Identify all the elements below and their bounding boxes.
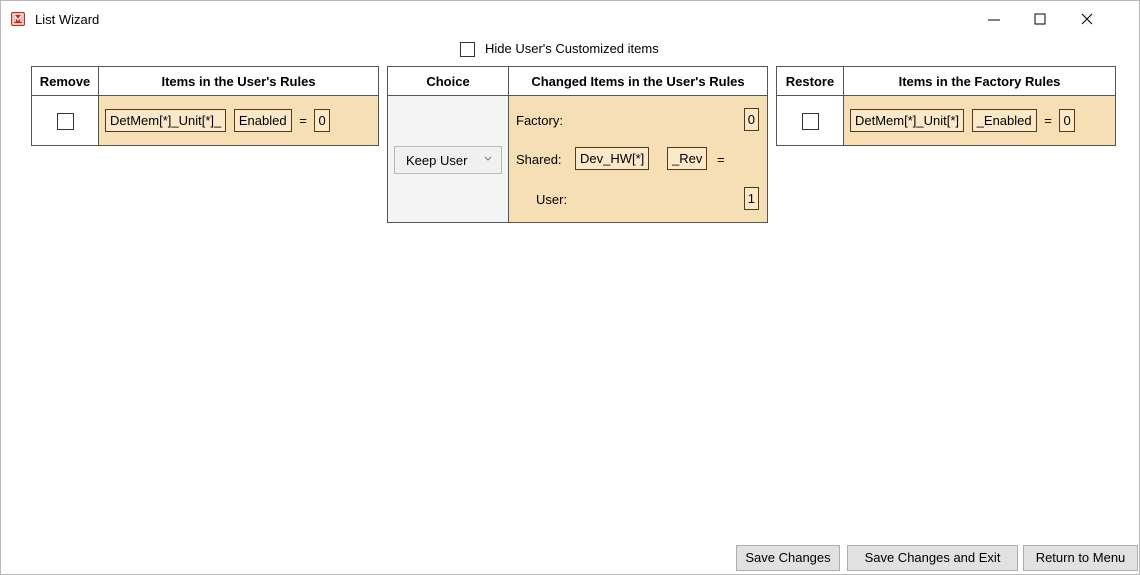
user-rules-table: Remove Items in the User's Rules DetMem[… — [31, 66, 379, 146]
factory-item-equals: = — [1044, 113, 1052, 128]
user-item-value[interactable]: 0 — [314, 109, 330, 132]
changed-items-table: Choice Changed Items in the User's Rules… — [387, 66, 768, 223]
user-items-column-header: Items in the User's Rules — [98, 66, 379, 96]
choice-column-header: Choice — [387, 66, 509, 96]
changed-items-cell: Factory: 0 Shared: Dev_HW[*] _Rev = User… — [508, 95, 768, 223]
shared-label: Shared: — [516, 152, 562, 167]
save-changes-button[interactable]: Save Changes — [736, 545, 840, 571]
shared-item-name[interactable]: Dev_HW[*] — [575, 147, 650, 170]
user-item-name[interactable]: DetMem[*]_Unit[*]_ — [105, 109, 227, 132]
remove-column-header: Remove — [31, 66, 99, 96]
restore-column-header: Restore — [776, 66, 844, 96]
return-to-menu-button[interactable]: Return to Menu — [1023, 545, 1138, 571]
user-value[interactable]: 1 — [743, 187, 759, 210]
table-row: DetMem[*]_Unit[*]_ Enabled = 0 — [31, 95, 379, 146]
user-label: User: — [536, 192, 568, 207]
title-bar: List Wizard — [1, 1, 1139, 31]
factory-item-value[interactable]: 0 — [1059, 109, 1075, 132]
table-row: Keep User Factory: 0 Shared: Dev_HW[*] _… — [387, 95, 768, 223]
factory-items-column-header: Items in the Factory Rules — [843, 66, 1116, 96]
shared-equals: = — [717, 152, 725, 167]
factory-label: Factory: — [516, 113, 563, 128]
user-item-equals: = — [299, 113, 307, 128]
window-title: List Wizard — [35, 12, 100, 27]
app-logo-icon — [11, 12, 25, 26]
user-item-field[interactable]: Enabled — [233, 109, 292, 132]
maximize-icon — [1034, 13, 1046, 25]
save-and-exit-button[interactable]: Save Changes and Exit — [847, 545, 1018, 571]
table-row: DetMem[*]_Unit[*] _Enabled = 0 — [776, 95, 1116, 146]
remove-cell — [31, 95, 99, 146]
shared-item-field[interactable]: _Rev — [667, 147, 708, 170]
minimize-icon — [988, 19, 1000, 21]
factory-rules-table: Restore Items in the Factory Rules DetMe… — [776, 66, 1116, 146]
changed-items-column-header: Changed Items in the User's Rules — [508, 66, 768, 96]
choice-dropdown[interactable]: Keep User — [394, 146, 502, 174]
choice-cell: Keep User — [387, 95, 509, 223]
minimize-button[interactable] — [984, 9, 1004, 29]
factory-item-cell: DetMem[*]_Unit[*] _Enabled = 0 — [843, 95, 1116, 146]
hide-customized-label: Hide User's Customized items — [485, 41, 659, 56]
remove-checkbox[interactable] — [56, 112, 74, 130]
restore-checkbox[interactable] — [801, 112, 819, 130]
choice-selected: Keep User — [406, 153, 468, 168]
factory-item-name[interactable]: DetMem[*]_Unit[*] — [850, 109, 965, 132]
user-item-cell: DetMem[*]_Unit[*]_ Enabled = 0 — [98, 95, 379, 146]
close-icon — [1081, 13, 1093, 25]
hide-customized-checkbox[interactable] — [460, 42, 475, 57]
close-button[interactable] — [1077, 9, 1097, 29]
maximize-button[interactable] — [1030, 9, 1050, 29]
factory-item-field[interactable]: _Enabled — [971, 109, 1037, 132]
factory-value[interactable]: 0 — [743, 108, 759, 131]
chevron-down-icon — [484, 156, 492, 161]
restore-cell — [776, 95, 844, 146]
